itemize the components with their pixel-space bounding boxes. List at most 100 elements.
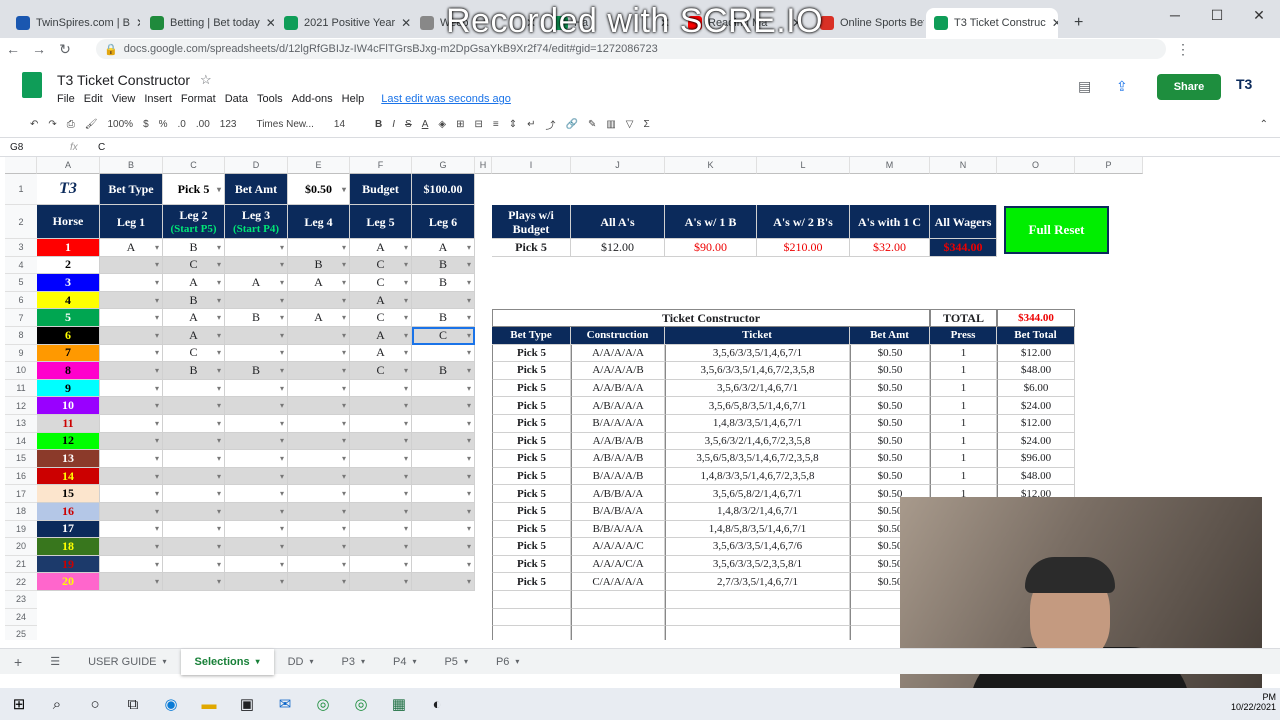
menu-data[interactable]: Data	[225, 93, 248, 105]
undo-icon[interactable]: ↶	[30, 119, 38, 130]
align-icon[interactable]: ≡	[493, 119, 499, 130]
all-sheets-icon[interactable]: ☰	[36, 649, 74, 675]
row-header[interactable]: 12	[5, 397, 37, 415]
url-field[interactable]: 🔒 docs.google.com/spreadsheets/d/12lgRfG…	[96, 39, 1166, 59]
increase-decimal-button[interactable]: .00	[196, 119, 210, 130]
collapse-toolbar-icon[interactable]: ⌃	[1260, 119, 1268, 130]
add-sheet-icon[interactable]: +	[0, 649, 36, 675]
leg-selection[interactable]	[100, 274, 163, 292]
font-select[interactable]: Times New...	[256, 119, 313, 130]
leg-selection[interactable]: A	[100, 239, 163, 257]
leg-selection[interactable]	[412, 503, 475, 521]
row-header[interactable]: 21	[5, 555, 37, 574]
currency-button[interactable]: $	[143, 119, 149, 130]
leg-selection[interactable]	[350, 538, 412, 556]
leg-selection[interactable]	[163, 538, 225, 556]
leg-selection[interactable]: A	[350, 344, 412, 363]
extensions-icon[interactable]: ⋮	[1170, 41, 1196, 58]
leg-selection[interactable]	[100, 327, 163, 345]
leg-selection[interactable]	[412, 344, 475, 363]
leg-selection[interactable]	[225, 397, 288, 415]
leg-selection[interactable]	[225, 256, 288, 275]
leg-selection[interactable]	[100, 379, 163, 398]
leg-selection[interactable]: B	[412, 362, 475, 380]
menu-tools[interactable]: Tools	[257, 93, 283, 105]
leg-selection[interactable]	[163, 432, 225, 451]
leg-selection[interactable]: B	[288, 256, 350, 275]
leg-selection[interactable]	[163, 379, 225, 398]
leg-selection[interactable]	[100, 467, 163, 486]
menu-edit[interactable]: Edit	[84, 93, 103, 105]
row-header[interactable]: 13	[5, 415, 37, 433]
column-header[interactable]: I	[492, 157, 571, 174]
leg-selection[interactable]	[350, 467, 412, 486]
leg-selection[interactable]	[288, 344, 350, 363]
close-window-icon[interactable]: ✕	[1238, 0, 1280, 30]
leg-selection[interactable]	[288, 573, 350, 591]
leg-selection[interactable]	[412, 467, 475, 486]
leg-selection[interactable]	[288, 538, 350, 556]
leg-selection[interactable]: B	[412, 256, 475, 275]
sheet-tab[interactable]: P6 ▾	[482, 649, 533, 675]
leg-selection[interactable]	[225, 432, 288, 451]
leg-selection[interactable]	[225, 415, 288, 433]
leg-selection[interactable]	[225, 291, 288, 310]
column-header[interactable]: P	[1075, 157, 1143, 174]
leg-selection[interactable]: A	[163, 309, 225, 327]
row-header[interactable]: 17	[5, 485, 37, 503]
leg-selection[interactable]	[350, 503, 412, 521]
leg-selection[interactable]	[412, 538, 475, 556]
leg-selection[interactable]	[225, 573, 288, 591]
row-header[interactable]: 3	[5, 239, 37, 257]
leg-selection[interactable]	[412, 555, 475, 574]
leg-selection[interactable]: B	[163, 239, 225, 257]
leg-selection[interactable]	[100, 538, 163, 556]
column-header[interactable]: K	[665, 157, 757, 174]
sheet-tab[interactable]: DD ▾	[274, 649, 328, 675]
leg-selection[interactable]	[100, 520, 163, 539]
leg-selection[interactable]	[100, 503, 163, 521]
browser-tab[interactable]: T3 Ticket Construc ✕	[926, 8, 1058, 38]
comment-icon[interactable]: ✎	[588, 119, 596, 130]
leg-selection[interactable]	[100, 397, 163, 415]
row-header[interactable]: 5	[5, 274, 37, 292]
row-header[interactable]: 8	[5, 327, 37, 345]
chevron-down-icon[interactable]: ▾	[412, 657, 416, 666]
column-header[interactable]: N	[930, 157, 997, 174]
new-tab-icon[interactable]: +	[1066, 8, 1091, 38]
link-icon[interactable]: 🔗	[565, 119, 577, 130]
print-icon[interactable]: ⎙	[67, 119, 75, 130]
leg-selection[interactable]	[163, 415, 225, 433]
leg-selection[interactable]	[100, 291, 163, 310]
leg-selection[interactable]: C	[350, 309, 412, 327]
task-view-icon[interactable]: ⧉	[114, 688, 152, 720]
leg-selection[interactable]	[412, 450, 475, 468]
leg-selection[interactable]	[288, 291, 350, 310]
row-header[interactable]: 4	[5, 256, 37, 275]
sheet-tab[interactable]: P3 ▾	[328, 649, 379, 675]
account-avatar[interactable]: T3	[1236, 76, 1252, 92]
leg-selection[interactable]	[225, 520, 288, 539]
leg-selection[interactable]	[288, 450, 350, 468]
leg-selection[interactable]	[288, 239, 350, 257]
share-button[interactable]: Share	[1157, 74, 1221, 100]
excel-icon[interactable]: ▦	[380, 688, 418, 720]
leg-selection[interactable]: A	[350, 291, 412, 310]
row-header[interactable]: 9	[5, 344, 37, 363]
leg-selection[interactable]	[412, 520, 475, 539]
leg-selection[interactable]	[412, 485, 475, 503]
leg-selection[interactable]	[350, 379, 412, 398]
cortana-icon[interactable]: ○	[76, 688, 114, 720]
leg-selection[interactable]	[163, 520, 225, 539]
leg-selection[interactable]: B	[225, 309, 288, 327]
column-header[interactable]: E	[288, 157, 350, 174]
redo-icon[interactable]: ↷	[48, 119, 56, 130]
menu-insert[interactable]: Insert	[144, 93, 172, 105]
leg-selection[interactable]	[350, 485, 412, 503]
leg-selection[interactable]	[288, 415, 350, 433]
leg-selection[interactable]	[225, 538, 288, 556]
row-header[interactable]: 25	[5, 626, 37, 640]
row-header[interactable]: 6	[5, 291, 37, 310]
leg-selection[interactable]	[100, 256, 163, 275]
leg-selection[interactable]	[163, 555, 225, 574]
